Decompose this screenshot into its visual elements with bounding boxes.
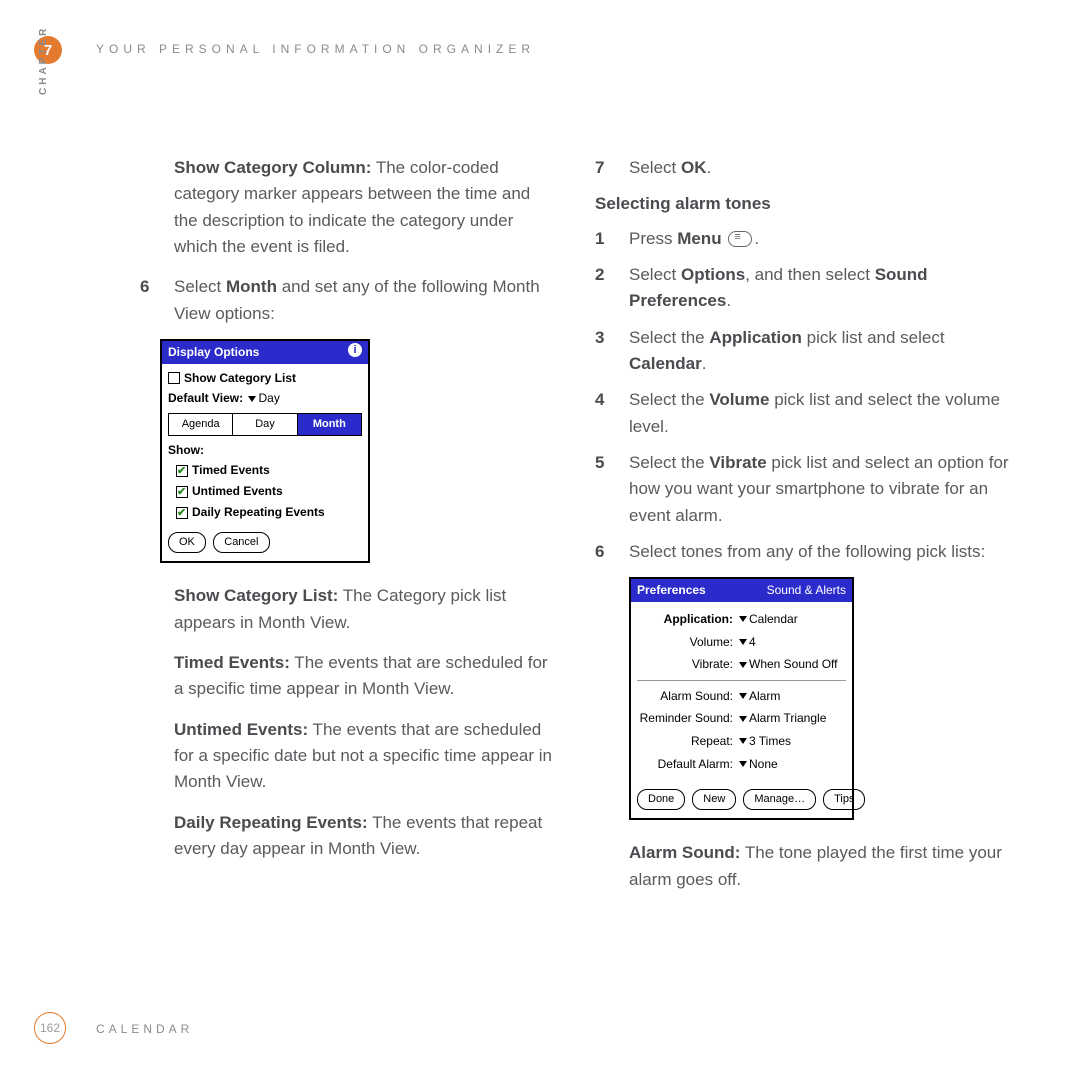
default-alarm-label: Default Alarm: <box>637 755 737 774</box>
dropdown-icon[interactable] <box>739 693 747 699</box>
manage-button[interactable]: Manage… <box>743 789 816 810</box>
step6-text-a: Select <box>174 277 226 296</box>
repeat-label: Repeat: <box>637 732 737 751</box>
selecting-alarm-tones-heading: Selecting alarm tones <box>595 191 1010 217</box>
volume-label: Volume: <box>637 633 737 652</box>
dropdown-icon[interactable] <box>739 761 747 767</box>
step-number: 7 <box>595 155 629 181</box>
reminder-sound-label: Reminder Sound: <box>637 709 737 728</box>
s2-mid: , and then select <box>745 265 874 284</box>
s3-bold2: Calendar <box>629 354 702 373</box>
s2-bold1: Options <box>681 265 745 284</box>
s4-a: Select the <box>629 390 709 409</box>
s4-bold: Volume <box>709 390 769 409</box>
s2-end: . <box>726 291 731 310</box>
dropdown-icon[interactable] <box>739 716 747 722</box>
view-tabs: Agenda Day Month <box>168 413 362 436</box>
untimed-events-label: Untimed Events <box>192 484 283 498</box>
tab-day[interactable]: Day <box>233 414 297 435</box>
daily-repeating-label: Daily Repeating Events <box>192 505 325 519</box>
menu-icon <box>728 231 752 247</box>
preferences-title: Preferences <box>637 581 706 600</box>
s5-a: Select the <box>629 453 709 472</box>
step-number: 4 <box>595 387 629 440</box>
vibrate-value[interactable]: When Sound Off <box>749 655 838 674</box>
repeat-value[interactable]: 3 Times <box>749 732 791 751</box>
untimed-events-checkbox[interactable] <box>176 486 188 498</box>
timed-events-term: Timed Events: <box>174 653 290 672</box>
default-alarm-value[interactable]: None <box>749 755 778 774</box>
step-number: 5 <box>595 450 629 529</box>
s3-a: Select the <box>629 328 709 347</box>
untimed-events-term: Untimed Events: <box>174 720 308 739</box>
cancel-button[interactable]: Cancel <box>213 532 269 553</box>
vibrate-label: Vibrate: <box>637 655 737 674</box>
show-category-column-label: Show Category Column: <box>174 158 371 177</box>
reminder-sound-value[interactable]: Alarm Triangle <box>749 709 826 728</box>
step-number: 6 <box>595 539 629 565</box>
s1-a: Press <box>629 229 677 248</box>
application-label: Application: <box>637 610 737 629</box>
step-number: 6 <box>140 274 174 327</box>
preferences-dialog: Preferences Sound & Alerts Application: … <box>629 577 854 820</box>
tips-button[interactable]: Tips <box>823 789 865 810</box>
s3-end: . <box>702 354 707 373</box>
right-column: 7 Select OK. Selecting alarm tones 1 Pre… <box>595 155 1010 907</box>
dropdown-icon[interactable] <box>739 738 747 744</box>
page-number-badge: 162 <box>34 1012 66 1044</box>
s1-bold: Menu <box>677 229 721 248</box>
timed-events-label: Timed Events <box>192 463 270 477</box>
new-button[interactable]: New <box>692 789 736 810</box>
timed-events-checkbox[interactable] <box>176 465 188 477</box>
dropdown-icon[interactable] <box>739 616 747 622</box>
chapter-side-label: CHAPTER <box>38 26 49 95</box>
step-number: 2 <box>595 262 629 315</box>
step-number: 1 <box>595 226 629 252</box>
header-title: YOUR PERSONAL INFORMATION ORGANIZER <box>96 42 535 56</box>
show-category-list-term: Show Category List: <box>174 586 338 605</box>
daily-repeating-checkbox[interactable] <box>176 507 188 519</box>
ok-button[interactable]: OK <box>168 532 206 553</box>
s6-text: Select tones from any of the following p… <box>629 539 1010 565</box>
step-number: 3 <box>595 325 629 378</box>
volume-value[interactable]: 4 <box>749 633 756 652</box>
show-category-list-checkbox[interactable] <box>168 372 180 384</box>
preferences-category[interactable]: Sound & Alerts <box>767 581 846 600</box>
alarm-sound-value[interactable]: Alarm <box>749 687 780 706</box>
default-view-label: Default View: <box>168 391 243 405</box>
default-view-value[interactable]: Day <box>258 391 279 405</box>
left-column: Show Category Column: The color-coded ca… <box>140 155 555 907</box>
dialog-title: Display Options <box>168 343 259 362</box>
step7-a: Select <box>629 158 681 177</box>
dropdown-icon[interactable] <box>248 396 256 402</box>
s2-a: Select <box>629 265 681 284</box>
application-value[interactable]: Calendar <box>749 610 798 629</box>
step7-bold: OK <box>681 158 707 177</box>
s3-bold1: Application <box>709 328 802 347</box>
show-category-list-label: Show Category List <box>184 371 296 385</box>
display-options-dialog: Display Options i Show Category List Def… <box>160 339 370 563</box>
dropdown-icon[interactable] <box>739 639 747 645</box>
divider <box>637 680 846 681</box>
tab-agenda[interactable]: Agenda <box>169 414 233 435</box>
s1-b: . <box>754 229 759 248</box>
tab-month[interactable]: Month <box>298 414 361 435</box>
done-button[interactable]: Done <box>637 789 685 810</box>
dropdown-icon[interactable] <box>739 662 747 668</box>
s5-bold: Vibrate <box>709 453 766 472</box>
info-icon[interactable]: i <box>348 343 362 357</box>
alarm-sound-term: Alarm Sound: <box>629 843 740 862</box>
step7-b: . <box>706 158 711 177</box>
alarm-sound-label: Alarm Sound: <box>637 687 737 706</box>
footer-title: CALENDAR <box>96 1022 193 1036</box>
daily-repeating-term: Daily Repeating Events: <box>174 813 368 832</box>
s3-mid: pick list and select <box>802 328 945 347</box>
step6-bold: Month <box>226 277 277 296</box>
show-label: Show: <box>168 440 362 461</box>
